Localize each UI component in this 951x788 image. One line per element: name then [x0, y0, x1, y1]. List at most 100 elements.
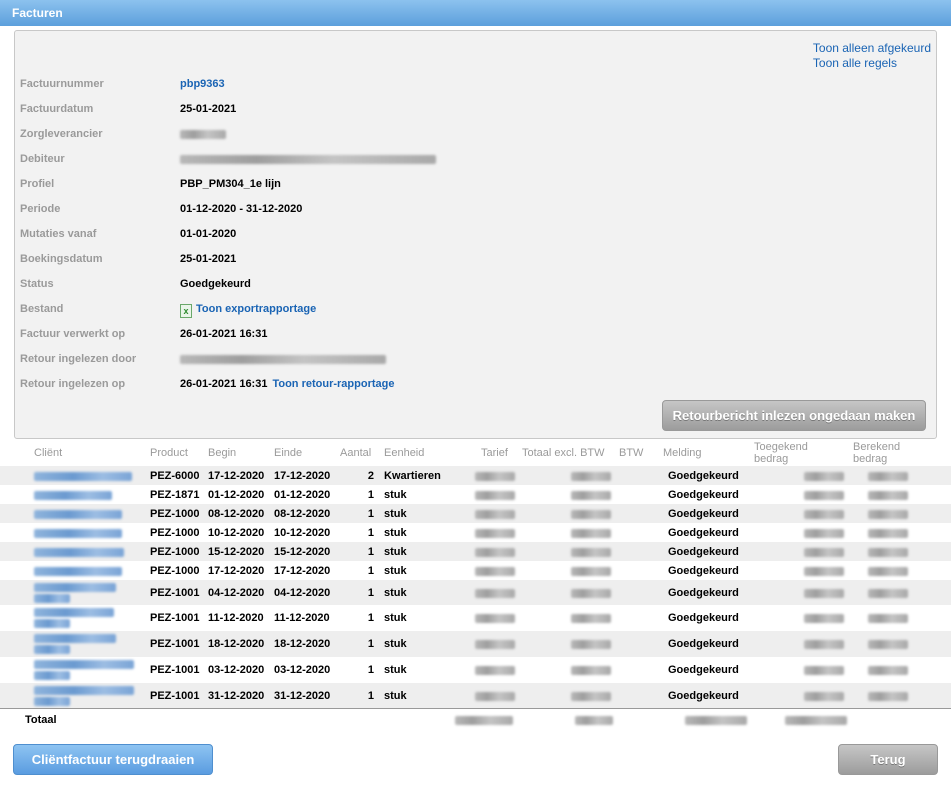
- col-btw[interactable]: BTW: [619, 447, 643, 459]
- redacted-value: [180, 154, 436, 164]
- detail-text: PBP_PM304_1e lijn: [180, 178, 281, 190]
- total-excl-redacted: [575, 716, 613, 725]
- cell-toegekend-redacted: [804, 472, 844, 481]
- cell-melding: Goedgekeurd: [668, 565, 739, 577]
- client-name-link-line2[interactable]: [34, 619, 70, 628]
- cell-einde: 03-12-2020: [274, 664, 331, 676]
- col-tarief[interactable]: Tarief: [481, 447, 508, 459]
- client-name-link[interactable]: [34, 686, 134, 695]
- cell-eenheid: stuk: [384, 546, 407, 558]
- cell-begin: 18-12-2020: [208, 638, 265, 650]
- cell-einde: 15-12-2020: [274, 546, 331, 558]
- cell-berekend-redacted: [868, 614, 908, 623]
- table-row[interactable]: PEZ-1000 08-12-2020 08-12-2020 stuk Goedgeke…: [0, 504, 951, 523]
- cell-berekend-redacted: [868, 692, 908, 701]
- cell-toegekend-redacted: [804, 692, 844, 701]
- table-row[interactable]: PEZ-1001 11-12-2020 11-12-2020 stuk Goedgeke…: [0, 605, 951, 631]
- cell-begin: 01-12-2020: [208, 489, 265, 501]
- client-name-link-line2[interactable]: [34, 671, 70, 680]
- client-name-link[interactable]: [34, 529, 122, 538]
- client-name-link-line2[interactable]: [34, 697, 70, 706]
- cell-berekend-redacted: [868, 567, 908, 576]
- cell-berekend-redacted: [868, 491, 908, 500]
- table-row[interactable]: PEZ-1000 15-12-2020 15-12-2020 stuk Goedgeke…: [0, 542, 951, 561]
- detail-row: Debiteur: [20, 151, 720, 167]
- col-totaal[interactable]: Totaal excl. BTW: [522, 447, 605, 459]
- detail-row: Factuurdatum 25-01-2021: [20, 101, 720, 117]
- cell-eenheid: stuk: [384, 565, 407, 577]
- detail-value: pbp9363: [180, 76, 225, 92]
- client-name-link[interactable]: [34, 472, 132, 481]
- detail-value: 25-01-2021: [180, 251, 236, 267]
- cell-product: PEZ-1001: [150, 612, 200, 624]
- client-name-link[interactable]: [34, 510, 122, 519]
- cell-product: PEZ-1001: [150, 638, 200, 650]
- cell-eenheid: stuk: [384, 508, 407, 520]
- show-rejected-link[interactable]: Toon alleen afgekeurd: [813, 41, 931, 56]
- window-title: Facturen: [0, 0, 951, 26]
- detail-row: Retour ingelezen op 26-01-2021 16:31 Toon …: [20, 376, 720, 392]
- cell-eenheid: Kwartieren: [384, 470, 441, 482]
- table-row[interactable]: PEZ-1000 10-12-2020 10-12-2020 stuk Goedgeke…: [0, 523, 951, 542]
- table-row[interactable]: PEZ-1000 17-12-2020 17-12-2020 stuk Goedgeke…: [0, 561, 951, 580]
- col-aantal[interactable]: Aantal: [340, 447, 371, 459]
- col-einde[interactable]: Einde: [274, 447, 302, 459]
- cell-toegekend-redacted: [804, 491, 844, 500]
- detail-value: 01-12-2020 - 31-12-2020: [180, 201, 302, 217]
- table-row[interactable]: PEZ-1001 18-12-2020 18-12-2020 stuk Goedgeke…: [0, 631, 951, 657]
- revert-client-invoice-button[interactable]: Cliëntfactuur terugdraaien: [13, 744, 213, 775]
- cell-berekend-redacted: [868, 548, 908, 557]
- cell-tarief-redacted: [475, 472, 515, 481]
- client-name-link-line2[interactable]: [34, 645, 70, 654]
- back-button[interactable]: Terug: [838, 744, 938, 775]
- table-row[interactable]: PEZ-1001 03-12-2020 03-12-2020 stuk Goedgeke…: [0, 657, 951, 683]
- table-row[interactable]: PEZ-1871 01-12-2020 01-12-2020 stuk Goedgeke…: [0, 485, 951, 504]
- client-name-link[interactable]: [34, 608, 114, 617]
- cell-tarief-redacted: [475, 548, 515, 557]
- return-report-link[interactable]: Toon retour-rapportage: [272, 378, 394, 390]
- cell-aantal: 1: [367, 527, 374, 539]
- col-product[interactable]: Product: [150, 447, 188, 459]
- table-header: Cliënt Product Begin Einde Aantal Eenhei…: [0, 441, 951, 466]
- cell-begin: 11-12-2020: [208, 612, 264, 624]
- undo-return-button[interactable]: Retourbericht inlezen ongedaan maken: [662, 400, 926, 431]
- invoice-number-link[interactable]: pbp9363: [180, 78, 225, 90]
- client-name-link[interactable]: [34, 583, 116, 592]
- show-all-lines-link[interactable]: Toon alle regels: [813, 56, 931, 71]
- col-begin[interactable]: Begin: [208, 447, 236, 459]
- client-name-link-line2[interactable]: [34, 594, 70, 603]
- table-row[interactable]: PEZ-1001 04-12-2020 04-12-2020 stuk Goedgeke…: [0, 580, 951, 605]
- detail-text: 25-01-2021: [180, 253, 237, 265]
- invoice-lines-table: Cliënt Product Begin Einde Aantal Eenhei…: [0, 441, 951, 709]
- col-eenheid[interactable]: Eenheid: [384, 447, 424, 459]
- export-report-link[interactable]: Toon exportrapportage: [196, 303, 316, 315]
- total-label: Totaal: [25, 714, 57, 726]
- col-toegekend[interactable]: Toegekend bedrag: [754, 441, 826, 465]
- table-row[interactable]: PEZ-6000 17-12-2020 17-12-2020 Kwartieren Go…: [0, 466, 951, 485]
- client-name-link[interactable]: [34, 567, 122, 576]
- detail-label: Factuurnummer: [20, 78, 104, 90]
- cell-begin: 10-12-2020: [208, 527, 265, 539]
- table-row[interactable]: PEZ-1001 31-12-2020 31-12-2020 stuk Goedgeke…: [0, 683, 951, 709]
- cell-begin: 17-12-2020: [208, 565, 265, 577]
- cell-einde: 08-12-2020: [274, 508, 331, 520]
- col-client[interactable]: Cliënt: [34, 447, 62, 459]
- client-name-link[interactable]: [34, 548, 124, 557]
- cell-toegekend-redacted: [804, 614, 844, 623]
- detail-value: 26-01-2021 16:31 Toon retour-rapportage: [180, 376, 394, 392]
- cell-aantal: 1: [367, 508, 374, 520]
- total-row: Totaal: [0, 708, 951, 732]
- client-name-link[interactable]: [34, 660, 134, 669]
- cell-einde: 17-12-2020: [274, 470, 331, 482]
- cell-aantal: 1: [367, 664, 374, 676]
- col-berekend[interactable]: Berekend bedrag: [853, 441, 913, 465]
- detail-value: Goedgekeurd: [180, 276, 251, 292]
- detail-row: Retour ingelezen door: [20, 351, 720, 367]
- col-melding[interactable]: Melding: [663, 447, 702, 459]
- cell-begin: 31-12-2020: [208, 690, 265, 702]
- client-name-link[interactable]: [34, 634, 116, 643]
- cell-melding: Goedgekeurd: [668, 508, 739, 520]
- client-name-link[interactable]: [34, 491, 112, 500]
- total-tarief-redacted: [455, 716, 513, 725]
- detail-label: Factuurdatum: [20, 103, 94, 115]
